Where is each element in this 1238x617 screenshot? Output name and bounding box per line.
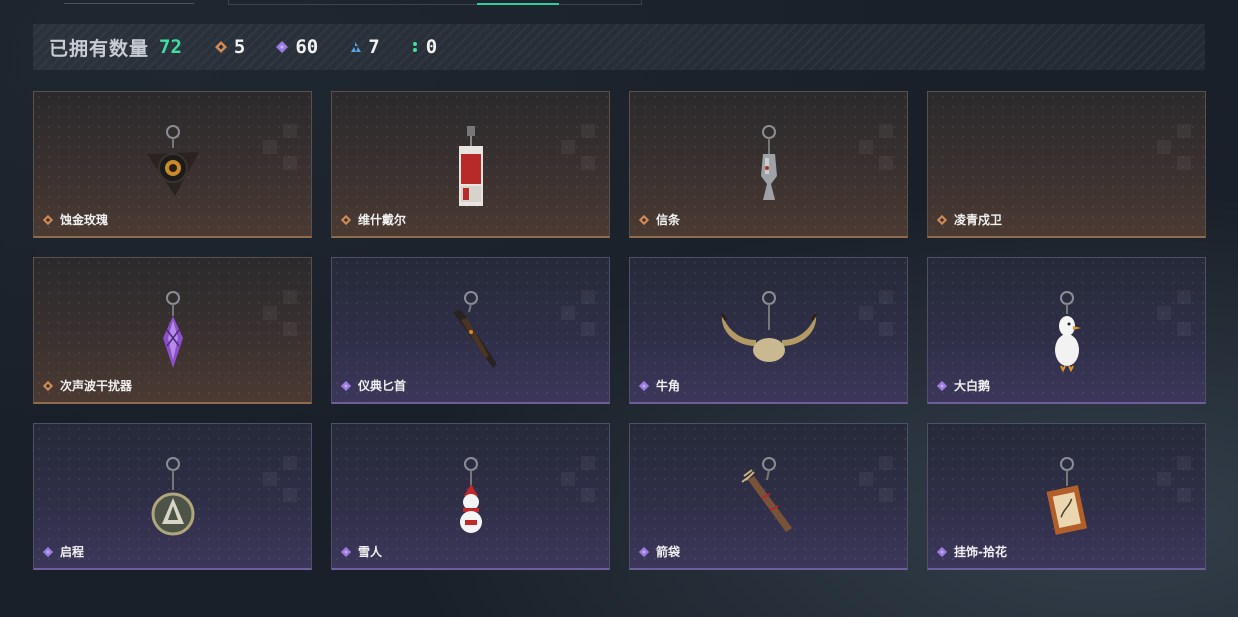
- tab-underline-fragment: [64, 0, 194, 4]
- charm-name: 雪人: [358, 545, 383, 559]
- rarity-stat-orange: 5: [214, 36, 245, 58]
- charm-label: 挂饰-拾花: [936, 543, 1007, 560]
- grid-pattern-decoration: [561, 124, 595, 170]
- charm-name: 挂饰-拾花: [954, 545, 1007, 559]
- rose-charm-icon: [146, 125, 199, 196]
- dagger-charm-icon: [452, 291, 497, 368]
- creed-charm-icon: [760, 125, 777, 200]
- owned-count-value: 72: [159, 36, 182, 58]
- charm-card[interactable]: 雪人: [331, 423, 610, 570]
- purple-diamond-rarity-icon: [638, 380, 650, 391]
- charm-card[interactable]: 维什戴尔: [331, 91, 610, 238]
- card-charm-icon: [458, 126, 483, 206]
- charm-label: 启程: [42, 543, 84, 560]
- grid-pattern-decoration: [263, 290, 297, 336]
- active-filter-indicator: [477, 3, 559, 5]
- charm-label: 维什戴尔: [340, 211, 406, 228]
- rarity-count-blue: 7: [368, 36, 380, 58]
- grid-pattern-decoration: [859, 456, 893, 502]
- charm-card[interactable]: 启程: [33, 423, 312, 570]
- charm-name: 大白鹅: [954, 379, 991, 393]
- charm-card[interactable]: 大白鹅: [927, 257, 1206, 404]
- charm-name: 信条: [656, 213, 681, 227]
- orange-diamond-rarity-icon: [936, 214, 948, 225]
- crystal-charm-icon: [162, 291, 183, 368]
- orange-diamond-rarity-icon: [42, 214, 54, 225]
- purple-diamond-rarity-icon: [340, 380, 352, 391]
- charm-card[interactable]: 次声波干扰器: [33, 257, 312, 404]
- charm-card[interactable]: 挂饰-拾花: [927, 423, 1206, 570]
- orange-diamond-rarity-icon: [340, 214, 352, 225]
- goose-charm-icon: [1054, 291, 1081, 373]
- charm-label: 凌青戍卫: [936, 211, 1002, 228]
- charm-name: 箭袋: [656, 545, 681, 559]
- purple-diamond-rarity-icon: [936, 546, 948, 557]
- filter-bar-fragment: [228, 0, 642, 5]
- medal-charm-icon: [151, 457, 194, 536]
- rarity-stat-blue: 7: [348, 36, 380, 58]
- horns-charm-icon: [720, 291, 817, 362]
- grid-pattern-decoration: [1157, 124, 1191, 170]
- charm-label: 次声波干扰器: [42, 377, 132, 394]
- charm-card[interactable]: 蚀金玫瑰: [33, 91, 312, 238]
- charm-card[interactable]: 箭袋: [629, 423, 908, 570]
- charm-name: 启程: [60, 545, 85, 559]
- green-dots-rarity-icon: [412, 42, 417, 52]
- charm-label: 牛角: [638, 377, 680, 394]
- snowman-charm-icon: [459, 457, 482, 533]
- orange-diamond-rarity-icon: [42, 380, 54, 391]
- charm-label: 信条: [638, 211, 680, 228]
- rarity-count-green: 0: [425, 36, 438, 58]
- owned-count-label: 已拥有数量: [49, 37, 150, 60]
- purple-diamond-rarity-icon: [42, 546, 54, 557]
- rarity-count-purple: 60: [295, 36, 319, 58]
- rarity-count-orange: 5: [233, 36, 246, 58]
- charm-label: 雪人: [340, 543, 382, 560]
- charm-name: 维什戴尔: [358, 213, 407, 227]
- frame-charm-icon: [1046, 457, 1087, 535]
- grid-pattern-decoration: [1157, 456, 1191, 502]
- charm-card[interactable]: 信条: [629, 91, 908, 238]
- blue-triangle-rarity-icon: [351, 42, 362, 52]
- grid-pattern-decoration: [263, 456, 297, 502]
- charm-label: 大白鹅: [936, 377, 990, 394]
- top-strip: [0, 0, 1238, 8]
- charm-label: 箭袋: [638, 543, 680, 560]
- grid-pattern-decoration: [263, 124, 297, 170]
- charm-collection-grid: 蚀金玫瑰 维什戴尔 信条 凌青戍卫 次声波干扰器 仪典匕首 牛角 大白鹅 启程 …: [33, 91, 1206, 570]
- grid-pattern-decoration: [859, 124, 893, 170]
- charm-name: 仪典匕首: [358, 379, 407, 393]
- rarity-stat-green: 0: [410, 36, 437, 58]
- charm-name: 凌青戍卫: [954, 213, 1003, 227]
- purple-diamond-rarity-icon: [340, 546, 352, 557]
- grid-pattern-decoration: [1157, 290, 1191, 336]
- orange-diamond-rarity-icon: [214, 41, 227, 53]
- purple-diamond-rarity-icon: [638, 546, 650, 557]
- charm-label: 蚀金玫瑰: [42, 211, 108, 228]
- quiver-charm-icon: [740, 457, 792, 532]
- charm-name: 蚀金玫瑰: [60, 213, 109, 227]
- charm-name: 牛角: [656, 379, 681, 393]
- charm-card[interactable]: 凌青戍卫: [927, 91, 1206, 238]
- charm-card[interactable]: 仪典匕首: [331, 257, 610, 404]
- grid-pattern-decoration: [561, 290, 595, 336]
- purple-diamond-rarity-icon: [936, 380, 948, 391]
- charm-name: 次声波干扰器: [60, 379, 133, 393]
- grid-pattern-decoration: [561, 456, 595, 502]
- purple-diamond-rarity-icon: [276, 41, 289, 53]
- orange-diamond-rarity-icon: [638, 214, 650, 225]
- rarity-stat-purple: 60: [275, 36, 318, 58]
- charm-card[interactable]: 牛角: [629, 257, 908, 404]
- charm-label: 仪典匕首: [340, 377, 406, 394]
- grid-pattern-decoration: [859, 290, 893, 336]
- collection-summary-bar: 已拥有数量 72 5 60 7 0: [33, 24, 1205, 70]
